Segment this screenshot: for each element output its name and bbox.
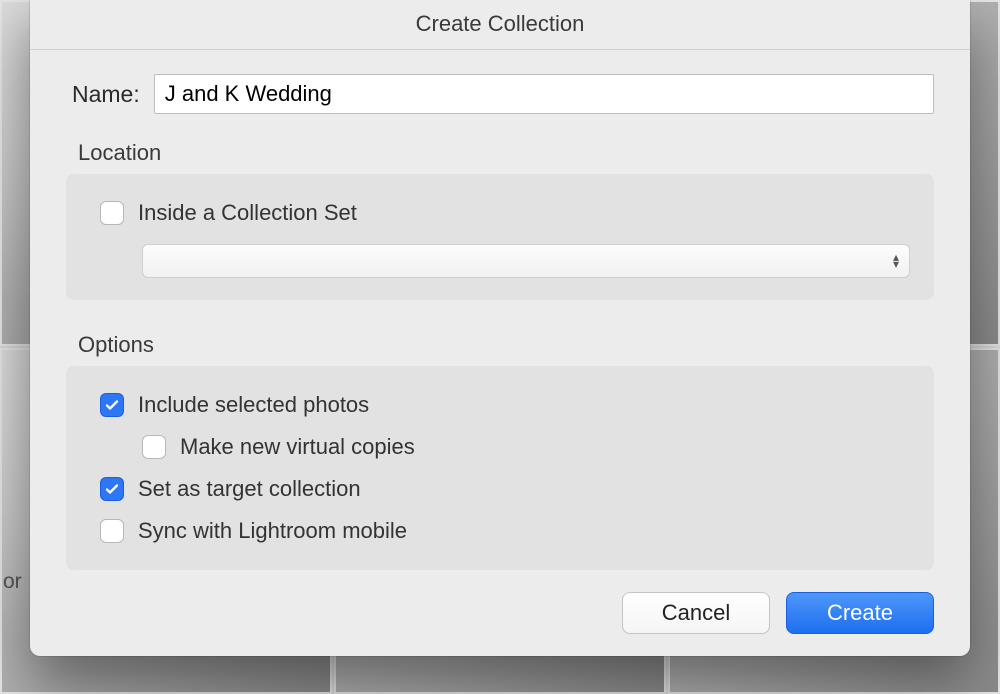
options-section-title: Options — [78, 332, 934, 358]
target-collection-checkbox[interactable] — [100, 477, 124, 501]
dialog-title: Create Collection — [30, 0, 970, 50]
background-text-fragment: or — [3, 570, 22, 594]
options-section: Include selected photos Make new virtual… — [66, 366, 934, 570]
name-row: Name: — [72, 74, 934, 114]
virtual-copies-checkbox[interactable] — [142, 435, 166, 459]
dialog-button-row: Cancel Create — [30, 592, 970, 634]
inside-collection-set-row: Inside a Collection Set — [100, 192, 910, 234]
create-button[interactable]: Create — [786, 592, 934, 634]
create-collection-dialog: Create Collection Name: Location Inside … — [30, 0, 970, 656]
name-label: Name: — [72, 81, 140, 108]
option-include-selected-row: Include selected photos — [100, 384, 910, 426]
collection-set-dropdown[interactable]: ▴▾ — [142, 244, 910, 278]
location-section: Inside a Collection Set ▴▾ — [66, 174, 934, 300]
cancel-button[interactable]: Cancel — [622, 592, 770, 634]
sync-mobile-checkbox[interactable] — [100, 519, 124, 543]
inside-collection-set-label: Inside a Collection Set — [138, 200, 357, 226]
option-sync-mobile-row: Sync with Lightroom mobile — [100, 510, 910, 552]
include-selected-label: Include selected photos — [138, 392, 369, 418]
dialog-body: Name: Location Inside a Collection Set ▴… — [30, 50, 970, 570]
inside-collection-set-checkbox[interactable] — [100, 201, 124, 225]
option-target-collection-row: Set as target collection — [100, 468, 910, 510]
virtual-copies-label: Make new virtual copies — [180, 434, 415, 460]
check-icon — [104, 397, 120, 413]
option-virtual-copies-row: Make new virtual copies — [142, 426, 910, 468]
location-section-title: Location — [78, 140, 934, 166]
check-icon — [104, 481, 120, 497]
chevron-up-down-icon: ▴▾ — [893, 254, 899, 268]
collection-name-input[interactable] — [154, 74, 934, 114]
target-collection-label: Set as target collection — [138, 476, 361, 502]
include-selected-checkbox[interactable] — [100, 393, 124, 417]
sync-mobile-label: Sync with Lightroom mobile — [138, 518, 407, 544]
